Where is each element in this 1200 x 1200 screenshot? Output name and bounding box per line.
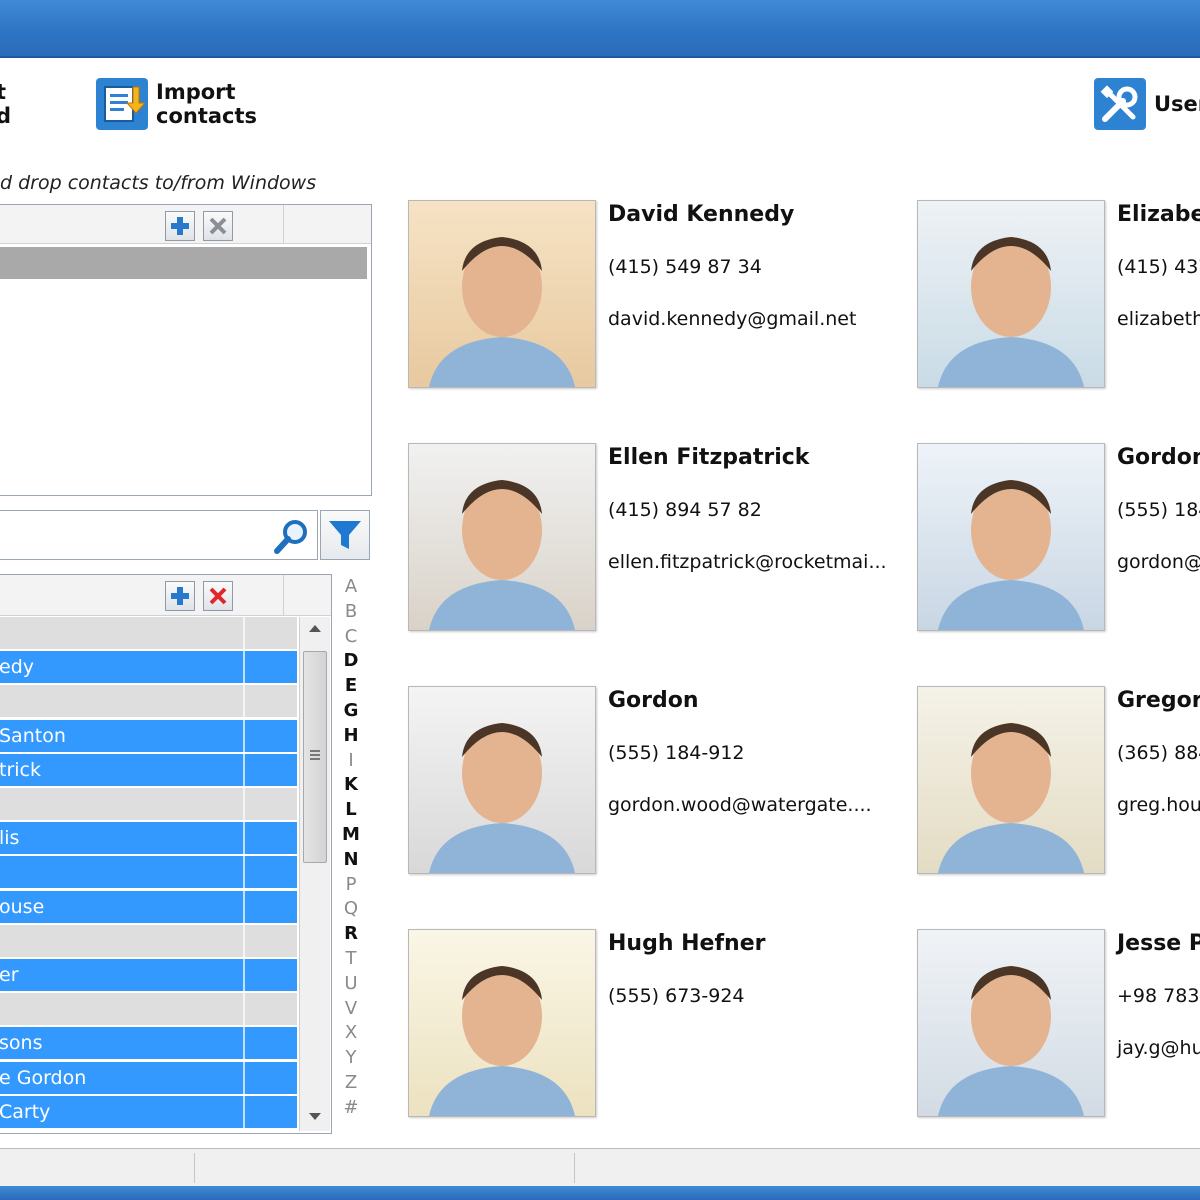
contact-email: gordon@ xyxy=(1117,551,1200,573)
partial-toolbar-button-label: t d xyxy=(0,80,12,128)
window-bottom-border xyxy=(0,1186,1200,1200)
alphabet-letter[interactable]: T xyxy=(340,948,362,969)
alphabet-letter[interactable]: D xyxy=(340,650,362,671)
contact-name[interactable]: David Kennedy xyxy=(608,202,794,227)
contact-phone: (415) 437 xyxy=(1117,256,1200,278)
alphabet-letter[interactable]: H xyxy=(340,725,362,746)
groups-selected-row[interactable] xyxy=(0,247,367,279)
contact-phone: (365) 884 xyxy=(1117,742,1200,764)
delete-group-button[interactable] xyxy=(203,211,233,241)
person-avatar-icon xyxy=(938,237,1084,387)
contact-name[interactable]: Jesse P xyxy=(1117,931,1200,956)
alphabet-letter[interactable]: G xyxy=(340,700,362,721)
alphabet-letter[interactable]: R xyxy=(340,923,362,944)
toolbar: t d Import contacts User xyxy=(0,58,1200,168)
contact-email: elizabeth xyxy=(1117,308,1200,330)
partial-toolbar-button[interactable]: t d xyxy=(0,80,11,128)
contact-email: david.kennedy@gmail.net xyxy=(608,308,857,330)
person-avatar-icon xyxy=(429,966,575,1116)
column-divider xyxy=(283,205,284,243)
alphabet-letter[interactable]: P xyxy=(340,874,362,895)
alphabet-letter[interactable]: A xyxy=(340,576,362,597)
person-avatar-icon xyxy=(938,723,1084,873)
contact-phone: (555) 184 xyxy=(1117,499,1200,521)
contact-photo[interactable] xyxy=(917,686,1105,874)
alphabet-letter[interactable]: N xyxy=(340,849,362,870)
alphabet-letter[interactable]: Z xyxy=(340,1072,362,1093)
window-title-bar[interactable] xyxy=(0,0,1200,58)
contact-phone: (415) 549 87 34 xyxy=(608,256,762,278)
contact-name[interactable]: Gregory xyxy=(1117,688,1200,713)
contact-photo[interactable] xyxy=(408,929,596,1117)
status-cell xyxy=(196,1153,575,1183)
drag-drop-hint: d drop contacts to/from Windows xyxy=(0,172,317,194)
alphabet-letter[interactable]: X xyxy=(340,1022,362,1043)
alphabet-letter[interactable]: Y xyxy=(340,1047,362,1068)
person-avatar-icon xyxy=(938,480,1084,630)
close-icon xyxy=(209,217,227,235)
import-contacts-label: Import contacts xyxy=(156,80,258,128)
contact-email: jay.g@hu xyxy=(1117,1037,1200,1059)
add-group-button[interactable] xyxy=(165,211,195,241)
search-box xyxy=(0,510,318,560)
groups-panel xyxy=(0,204,372,496)
search-input[interactable] xyxy=(3,517,269,553)
alphabet-letter[interactable]: E xyxy=(340,675,362,696)
contact-photo[interactable] xyxy=(408,200,596,388)
contact-name[interactable]: Gordon xyxy=(608,688,699,713)
tools-icon xyxy=(1094,78,1146,130)
contact-phone: +98 783 xyxy=(1117,985,1200,1007)
contact-photo[interactable] xyxy=(408,443,596,631)
filter-button[interactable] xyxy=(320,510,370,560)
contact-email: greg.hou xyxy=(1117,794,1200,816)
import-icon xyxy=(96,78,148,130)
plus-icon xyxy=(171,217,189,235)
person-avatar-icon xyxy=(429,237,575,387)
alphabet-letter[interactable]: Q xyxy=(340,898,362,919)
person-avatar-icon xyxy=(429,723,575,873)
contact-photo[interactable] xyxy=(408,686,596,874)
alphabet-letter[interactable]: C xyxy=(340,626,362,647)
contact-phone: (555) 184-912 xyxy=(608,742,745,764)
contact-email: ellen.fitzpatrick@rocketmai... xyxy=(608,551,887,573)
contact-photo[interactable] xyxy=(917,200,1105,388)
contact-phone: (415) 894 57 82 xyxy=(608,499,762,521)
alphabet-index: A B C D E G H I K L M N P Q R T U V X Y Z # xyxy=(0,576,372,1136)
alphabet-letter[interactable]: V xyxy=(340,998,362,1019)
alphabet-letter[interactable]: L xyxy=(340,799,362,820)
alphabet-letter[interactable]: I xyxy=(340,750,362,771)
status-bar xyxy=(0,1148,1200,1187)
person-avatar-icon xyxy=(429,480,575,630)
import-contacts-button[interactable]: Import contacts xyxy=(96,78,257,130)
alphabet-letter[interactable]: # xyxy=(340,1097,362,1118)
user-settings-button[interactable]: User xyxy=(1094,78,1200,130)
person-avatar-icon xyxy=(938,966,1084,1116)
alphabet-letter[interactable]: B xyxy=(340,601,362,622)
contact-name[interactable]: Elizabet xyxy=(1117,202,1200,227)
alphabet-letter[interactable]: K xyxy=(340,774,362,795)
filter-icon xyxy=(329,521,361,549)
alphabet-letter[interactable]: M xyxy=(340,824,362,845)
alphabet-letter[interactable]: U xyxy=(340,973,362,994)
contact-photo[interactable] xyxy=(917,929,1105,1117)
contact-name[interactable]: Ellen Fitzpatrick xyxy=(608,445,809,470)
contact-name[interactable]: Hugh Hefner xyxy=(608,931,765,956)
contact-phone: (555) 673-924 xyxy=(608,985,745,1007)
contact-name[interactable]: Gordon xyxy=(1117,445,1200,470)
status-cell xyxy=(0,1153,195,1183)
user-settings-label: User xyxy=(1154,92,1200,116)
contact-photo[interactable] xyxy=(917,443,1105,631)
search-icon[interactable] xyxy=(273,517,311,559)
contact-email: gordon.wood@watergate.... xyxy=(608,794,872,816)
